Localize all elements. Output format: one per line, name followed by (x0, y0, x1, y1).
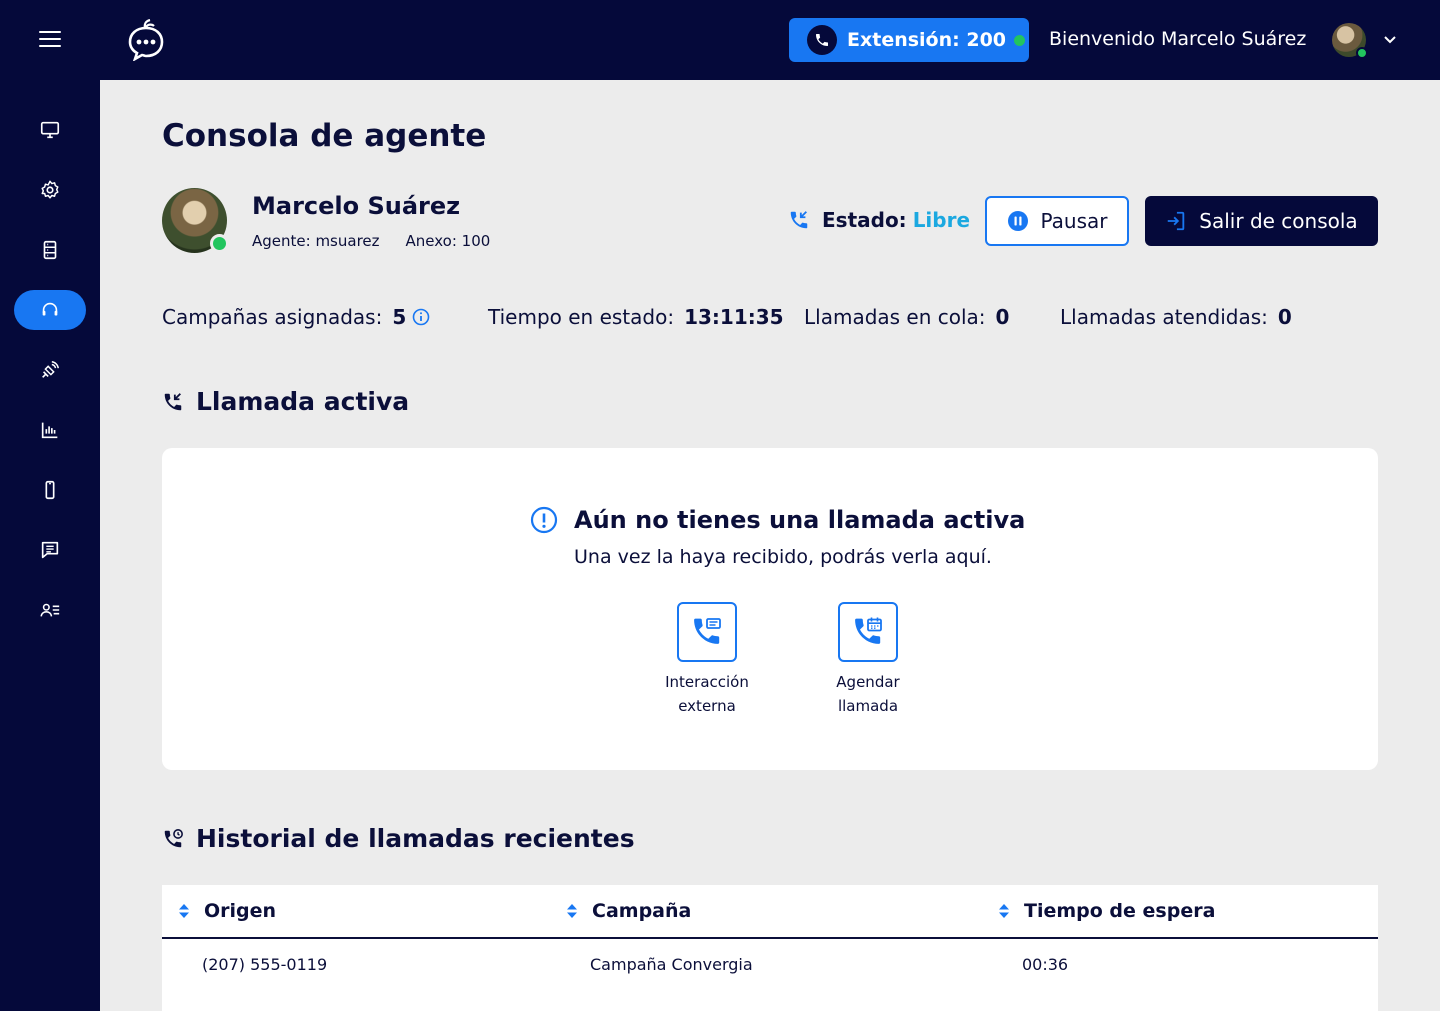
sort-icon (179, 904, 189, 918)
sidebar-item-campaigns[interactable] (14, 350, 86, 390)
empty-state-title-text: Aún no tienes una llamada activa (574, 506, 1026, 534)
menu-icon[interactable] (39, 31, 61, 49)
action-label-line: llamada (837, 697, 899, 715)
column-header-label: Origen (204, 900, 277, 922)
pause-icon (1007, 211, 1028, 231)
extension-label: Extensión: 200 (847, 29, 1007, 51)
stat-value: 0 (1277, 305, 1292, 329)
call-history-table: Origen Campaña Tiempo de espera (207) 55… (162, 885, 1378, 1011)
message-icon (41, 541, 59, 559)
stat-label: Tiempo en estado: (488, 305, 675, 329)
chevron-down-icon[interactable] (1382, 31, 1398, 47)
sidebar-item-users[interactable] (14, 590, 86, 630)
column-header-label: Tiempo de espera (1024, 900, 1216, 922)
online-indicator (210, 234, 229, 253)
agent-meta: Agente: msuarez Anexo: 100 (252, 232, 490, 250)
welcome-text: Bienvenido Marcelo Suárez (1049, 28, 1307, 50)
call-history-icon (164, 828, 183, 847)
stat-value: 0 (995, 305, 1010, 329)
stat-value: 13:11:35 (684, 305, 784, 329)
online-indicator (1356, 47, 1368, 59)
section-title: Llamada activa (196, 387, 410, 416)
phone-calendar-icon (855, 617, 882, 644)
action-label-line: Interacción (665, 673, 749, 691)
stat-time-in-state: Tiempo en estado: 13:11:35 (488, 305, 784, 329)
stat-queue: Llamadas en cola: 0 (804, 305, 1009, 329)
action-label-line: externa (678, 697, 736, 715)
exit-console-button[interactable]: Salir de consola (1145, 196, 1378, 246)
sidebar-item-settings[interactable] (14, 170, 86, 210)
stat-attended: Llamadas atendidas: 0 (1060, 305, 1292, 329)
cell-tiempo-espera: 00:36 (1022, 955, 1069, 974)
sidebar-item-messages[interactable] (14, 530, 86, 570)
incoming-call-icon (790, 211, 808, 229)
column-header-origen[interactable]: Origen (178, 900, 276, 922)
sidebar-item-agent-console[interactable] (14, 290, 86, 330)
monitor-icon (40, 121, 60, 139)
extension-pill[interactable]: Extensión: 200 (789, 18, 1029, 62)
schedule-call-icon-box (838, 602, 898, 662)
status-indicator: Estado: Libre (788, 208, 970, 232)
table-header: Origen Campaña Tiempo de espera (162, 885, 1378, 939)
sidebar-item-reports[interactable] (14, 410, 86, 450)
online-indicator (1014, 34, 1026, 46)
gear-icon (41, 180, 59, 199)
sort-icon (567, 904, 577, 918)
agent-username: Agente: msuarez (252, 232, 380, 250)
active-call-heading: Llamada activa (162, 387, 409, 416)
phone-message-icon (694, 618, 721, 644)
stat-label: Llamadas en cola: (804, 305, 986, 329)
pause-button[interactable]: Pausar (985, 196, 1129, 246)
sidebar-item-monitor[interactable] (14, 110, 86, 150)
empty-state-subtitle: Una vez la haya recibido, podrás verla a… (574, 546, 992, 568)
headset-icon (42, 302, 58, 316)
sort-icon (999, 904, 1009, 918)
sidebar-item-mobile[interactable] (14, 470, 86, 510)
status-label: Estado: (822, 208, 907, 232)
empty-state-title: Aún no tienes una llamada activa (530, 506, 1025, 534)
agent-avatar (162, 188, 229, 253)
section-title: Historial de llamadas recientes (196, 824, 635, 853)
user-list-icon (40, 603, 60, 617)
history-heading: Historial de llamadas recientes (162, 824, 635, 853)
exit-icon (1168, 211, 1185, 231)
info-icon[interactable] (412, 308, 430, 326)
logo-icon (128, 19, 164, 61)
alert-icon (530, 506, 558, 534)
top-bar: Extensión: 200 Bienvenido Marcelo Suárez (0, 0, 1440, 80)
agent-anexo: Anexo: 100 (405, 232, 491, 250)
external-interaction-button[interactable]: Interacción externa (647, 602, 767, 718)
avatar[interactable] (1332, 23, 1368, 59)
stat-label: Llamadas atendidas: (1060, 305, 1268, 329)
action-label: Interacción externa (647, 670, 767, 718)
stat-label: Campañas asignadas: (162, 305, 383, 329)
mobile-icon (45, 480, 55, 500)
column-header-label: Campaña (592, 900, 692, 922)
column-header-tiempo-espera[interactable]: Tiempo de espera (998, 900, 1215, 922)
exit-console-label: Salir de consola (1199, 209, 1358, 233)
schedule-call-button[interactable]: Agendar llamada (808, 602, 928, 718)
satellite-icon (42, 361, 59, 378)
database-icon (43, 240, 57, 260)
stat-value: 5 (392, 305, 407, 329)
sidebar (0, 80, 100, 1011)
external-interaction-icon-box (677, 602, 737, 662)
pause-button-label: Pausar (1040, 209, 1108, 233)
page-title: Consola de agente (162, 118, 487, 154)
phone-icon (807, 25, 837, 55)
active-call-card: Aún no tienes una llamada activa Una vez… (162, 448, 1378, 770)
action-label-line: Agendar (836, 673, 900, 691)
sidebar-item-database[interactable] (14, 230, 86, 270)
agent-name: Marcelo Suárez (252, 192, 461, 220)
bar-chart-icon (41, 422, 58, 439)
status-badge: Libre (912, 208, 971, 232)
action-label: Agendar llamada (808, 670, 928, 718)
column-header-campana[interactable]: Campaña (566, 900, 691, 922)
incoming-call-icon (164, 392, 182, 410)
cell-campana: Campaña Convergia (590, 955, 753, 974)
stat-campaigns: Campañas asignadas: 5 (162, 305, 430, 329)
cell-origen: (207) 555-0119 (202, 955, 328, 974)
